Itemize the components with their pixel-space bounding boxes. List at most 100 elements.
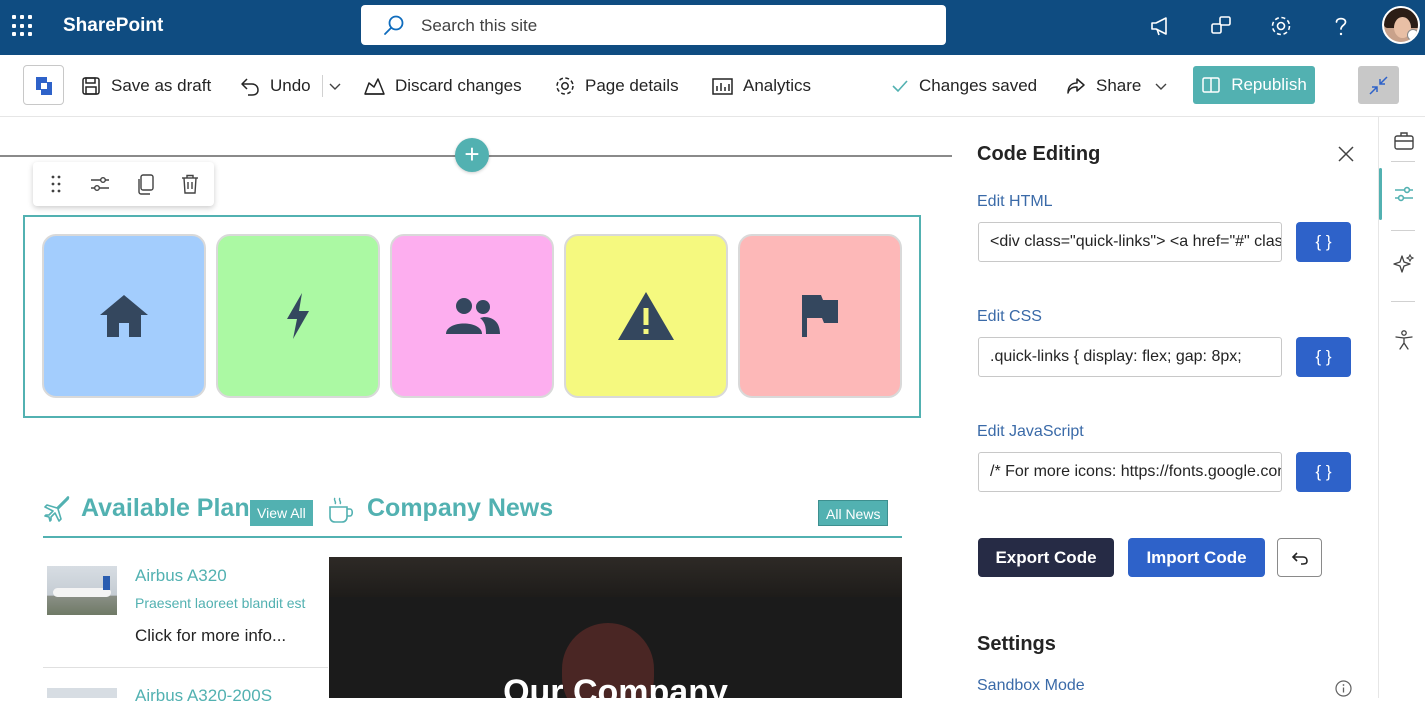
republish-label: Republish	[1231, 75, 1307, 94]
webpart-toolbar	[33, 162, 214, 206]
html-code-editor-button[interactable]: { }	[1296, 222, 1351, 262]
plane-name-link[interactable]: Airbus A320	[135, 566, 227, 586]
save-draft-label: Save as draft	[111, 76, 212, 95]
sandbox-mode-label: Sandbox Mode	[977, 677, 1085, 694]
analytics-button[interactable]: Analytics	[711, 73, 811, 99]
app-launcher-icon[interactable]	[12, 15, 34, 37]
command-bar: Save as draft Undo Discard changes Page …	[0, 55, 1425, 117]
suite-bar: SharePoint Search this site	[0, 0, 1425, 55]
book-open-icon	[1202, 77, 1220, 93]
undo-label: Undo	[270, 76, 311, 95]
share-chevron-down-icon	[1155, 83, 1167, 90]
site-logo-icon	[36, 77, 52, 95]
warning-icon	[618, 292, 674, 340]
close-icon[interactable]	[1337, 145, 1355, 163]
collapse-button[interactable]	[1358, 66, 1399, 104]
undo-button[interactable]: Undo	[239, 73, 311, 99]
plane-more-info-link[interactable]: Click for more info...	[135, 626, 286, 646]
sparkle-design-icon[interactable]	[1393, 253, 1415, 275]
checkmark-icon	[892, 80, 908, 93]
page-details-button[interactable]: Page details	[554, 73, 679, 99]
flag-icon	[802, 295, 838, 337]
quick-link-warning[interactable]	[564, 234, 728, 398]
save-status-label: Changes saved	[919, 76, 1038, 95]
search-box[interactable]: Search this site	[361, 5, 946, 45]
planes-title: Available Planes	[81, 494, 278, 522]
quick-link-home[interactable]	[42, 234, 206, 398]
gear-icon	[556, 77, 574, 95]
share-label: Share	[1096, 76, 1142, 95]
help-icon[interactable]	[1328, 13, 1354, 39]
news-underline	[43, 536, 902, 538]
all-news-button[interactable]: All News	[818, 500, 889, 526]
plane-thumbnail-2[interactable]	[47, 688, 117, 698]
plane-name-link-2[interactable]: Airbus A320-200S	[135, 686, 272, 706]
home-icon	[100, 295, 148, 337]
news-hero-caption: Our Company	[503, 673, 728, 698]
rail-divider	[1391, 161, 1415, 162]
import-code-button[interactable]: Import Code	[1128, 538, 1265, 577]
share-icon	[1067, 78, 1085, 94]
undo-separator	[322, 75, 323, 97]
info-icon[interactable]	[1335, 680, 1352, 697]
discard-label: Discard changes	[395, 76, 522, 95]
quick-link-people[interactable]	[390, 234, 554, 398]
coffee-cup-icon	[329, 497, 354, 523]
export-code-button[interactable]: Export Code	[978, 538, 1114, 577]
properties-sliders-icon[interactable]	[1393, 183, 1415, 205]
settings-heading: Settings	[977, 633, 1056, 655]
edit-html-field[interactable]: <div class="quick-links"> <a href="#" cl…	[978, 222, 1282, 262]
revert-button[interactable]	[1277, 538, 1322, 577]
megaphone-icon[interactable]	[1148, 13, 1174, 39]
share-button[interactable]: Share	[1065, 73, 1167, 99]
search-placeholder: Search this site	[421, 16, 538, 35]
delete-trash-icon[interactable]	[179, 173, 201, 195]
site-logo-button[interactable]	[23, 65, 64, 105]
edit-js-label: Edit JavaScript	[977, 423, 1084, 440]
drag-handle-icon[interactable]	[47, 173, 65, 195]
js-code-editor-button[interactable]: { }	[1296, 452, 1351, 492]
republish-button[interactable]: Republish	[1193, 66, 1315, 104]
rail-active-indicator	[1379, 168, 1382, 220]
plane-thumbnail[interactable]	[47, 566, 117, 615]
duplicate-icon[interactable]	[135, 173, 157, 195]
return-arrow-icon	[1291, 552, 1308, 565]
edit-js-field[interactable]: /* For more icons: https://fonts.google.…	[978, 452, 1282, 492]
news-title: Company News	[367, 494, 554, 522]
discard-icon	[364, 78, 385, 95]
add-section-plus-icon[interactable]: +	[455, 138, 489, 172]
right-rail	[1378, 117, 1425, 698]
feedback-icon[interactable]	[1208, 13, 1234, 39]
people-icon	[446, 298, 500, 334]
quick-link-lightning[interactable]	[216, 234, 380, 398]
css-code-editor-button[interactable]: { }	[1296, 337, 1351, 377]
discard-changes-button[interactable]: Discard changes	[363, 73, 522, 99]
accessibility-icon[interactable]	[1393, 329, 1415, 351]
quick-links-webpart[interactable]	[23, 215, 921, 418]
plane-subtitle: Praesent laoreet blandit est	[135, 595, 306, 611]
page-details-label: Page details	[585, 76, 679, 95]
undo-dropdown-chevron-icon[interactable]	[329, 81, 341, 91]
save-status: Changes saved	[890, 73, 1037, 99]
save-draft-button[interactable]: Save as draft	[80, 73, 211, 99]
toolbox-briefcase-icon[interactable]	[1393, 131, 1415, 151]
quick-link-flag[interactable]	[738, 234, 902, 398]
edit-css-label: Edit CSS	[977, 308, 1042, 325]
edit-html-label: Edit HTML	[977, 193, 1053, 210]
news-hero-image[interactable]: Our Company	[329, 557, 902, 698]
list-divider	[43, 667, 328, 668]
user-avatar[interactable]	[1382, 6, 1420, 44]
airplane-icon	[44, 496, 70, 522]
analytics-chart-icon	[712, 78, 733, 95]
search-icon	[384, 15, 404, 35]
settings-gear-icon[interactable]	[1268, 13, 1294, 39]
save-icon	[82, 77, 100, 95]
collapse-arrows-icon	[1369, 76, 1388, 95]
analytics-label: Analytics	[743, 76, 812, 95]
app-name[interactable]: SharePoint	[63, 15, 163, 37]
lightning-icon	[287, 293, 309, 339]
edit-css-field[interactable]: .quick-links { display: flex; gap: 8px;	[978, 337, 1282, 377]
edit-properties-icon[interactable]	[89, 173, 111, 195]
view-all-button[interactable]: View All	[250, 500, 313, 526]
rail-divider	[1391, 230, 1415, 231]
